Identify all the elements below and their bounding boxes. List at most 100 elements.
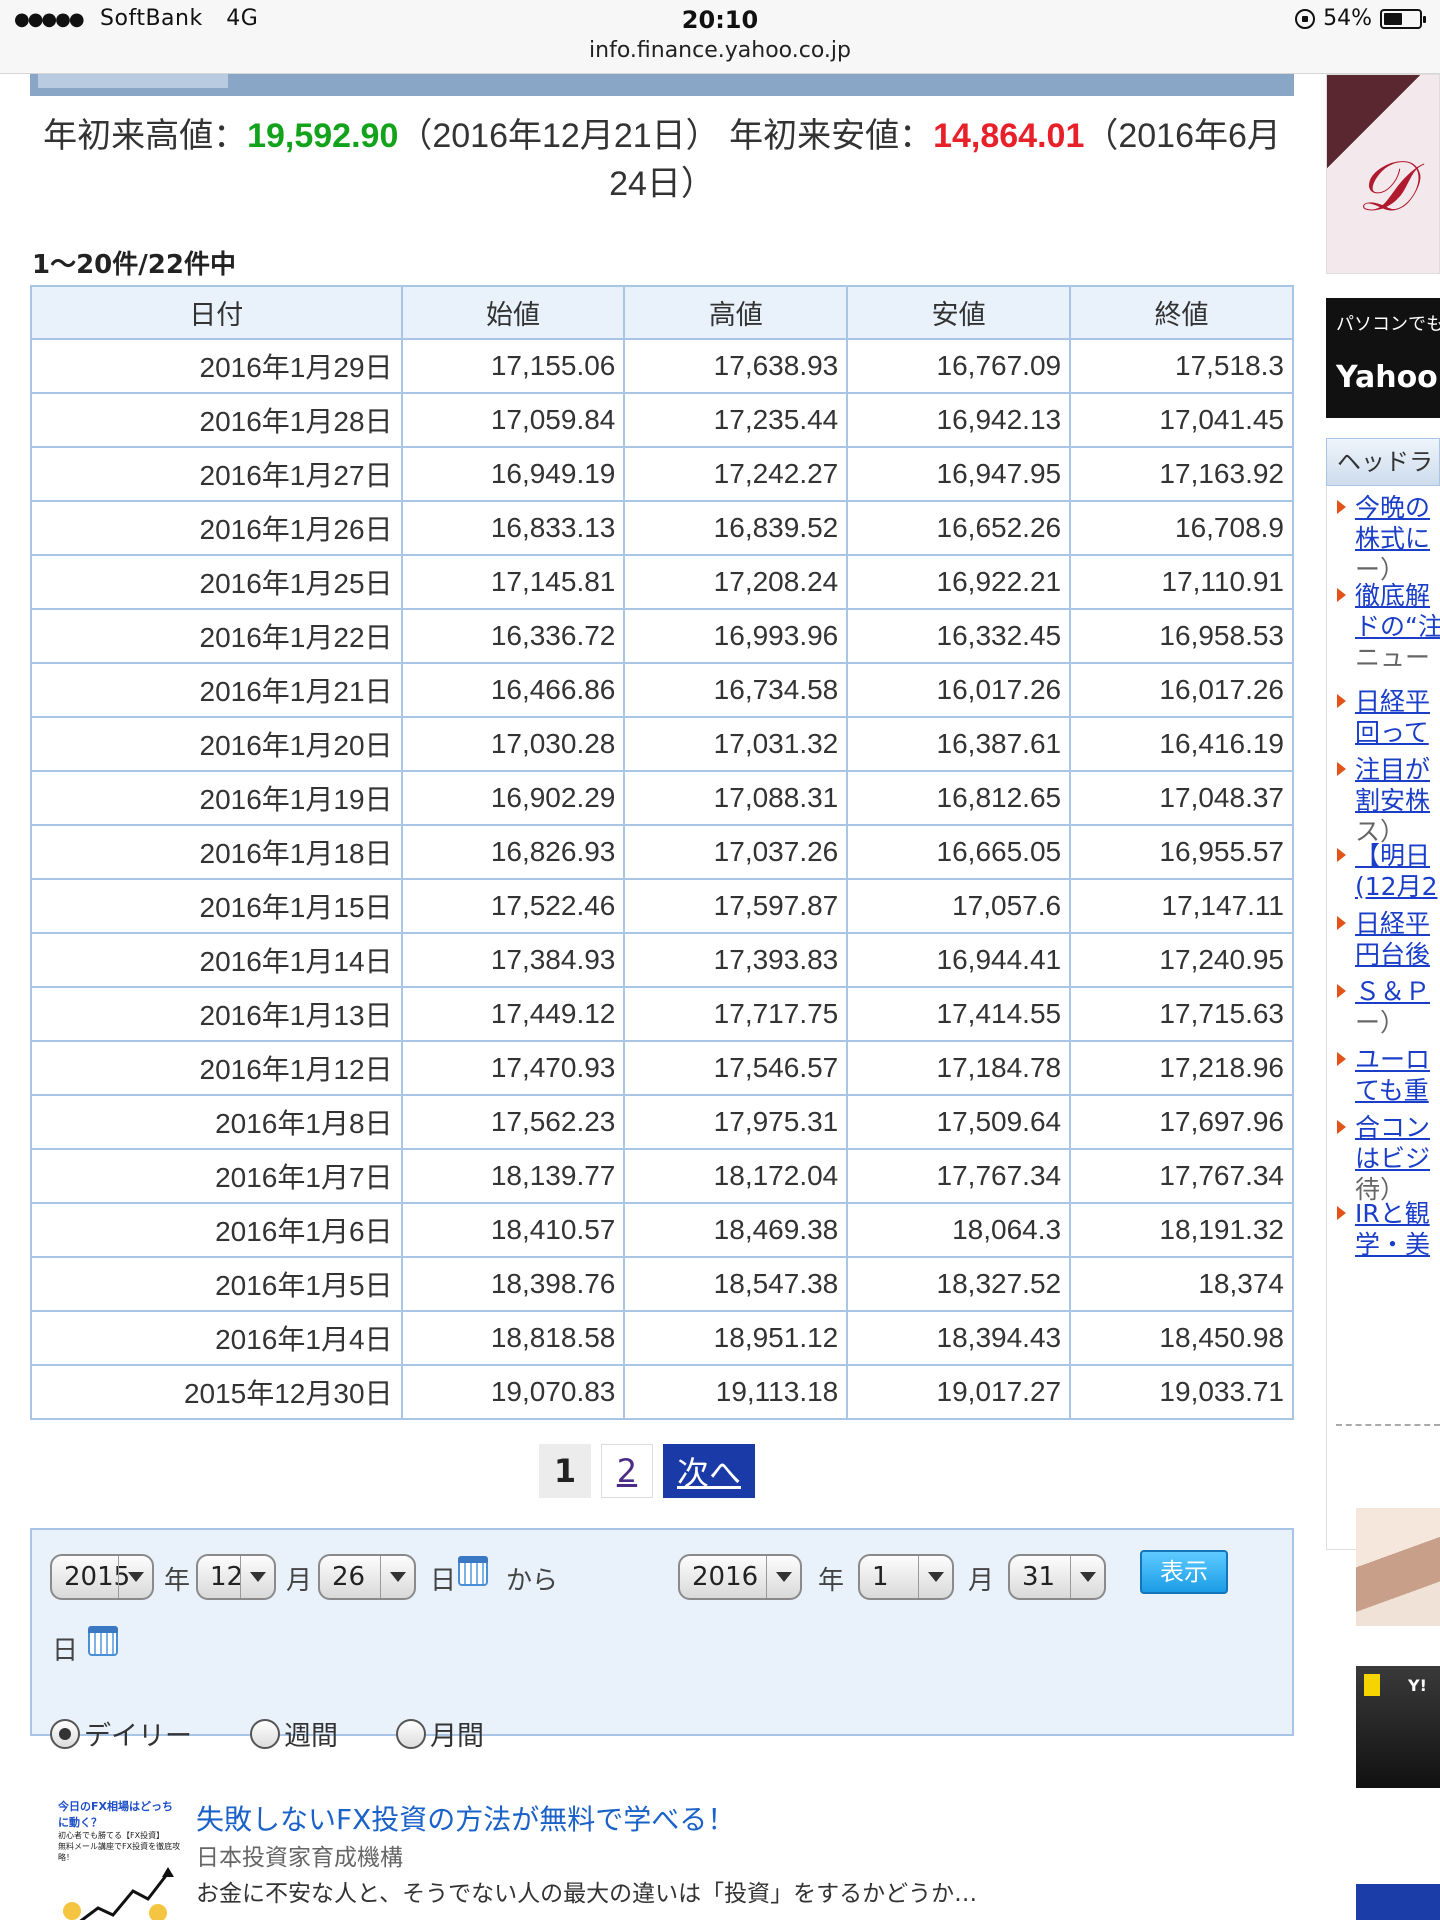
- calendar-icon[interactable]: [458, 1556, 488, 1586]
- news-link[interactable]: (12月2: [1355, 871, 1437, 902]
- table-row: 2016年1月21日 16,466.86 16,734.58 16,017.26 16,…: [30, 662, 1294, 718]
- cell-high: 18,469.38: [623, 1202, 849, 1258]
- section-header-tab: [38, 74, 228, 88]
- chevron-down-icon: [918, 1556, 952, 1598]
- bullet-arrow-icon: [1337, 848, 1346, 862]
- cell-date: 2016年1月18日: [30, 824, 403, 880]
- cell-open: 17,562.23: [400, 1094, 626, 1150]
- table-row: 2016年1月25日 17,145.81 17,208.24 16,922.21 17,…: [30, 554, 1294, 610]
- year-label: 年: [164, 1566, 191, 1596]
- news-link[interactable]: 【明日: [1355, 840, 1437, 871]
- to-day-select[interactable]: 31: [1008, 1554, 1106, 1600]
- news-link[interactable]: ても重: [1355, 1075, 1430, 1106]
- news-item[interactable]: 合コン はビジ 待）: [1337, 1112, 1430, 1205]
- news-link[interactable]: ユーロ: [1355, 1044, 1430, 1075]
- news-link[interactable]: 合コン: [1355, 1112, 1430, 1143]
- page-2-link[interactable]: 2: [600, 1444, 653, 1498]
- table-row: 2016年1月15日 17,522.46 17,597.87 17,057.6 17,1…: [30, 878, 1294, 934]
- sidebar-yahoo-banner[interactable]: パソコンでも Yahoo!: [1326, 298, 1440, 418]
- news-item[interactable]: 注目が 割安株 ス）: [1337, 754, 1430, 847]
- news-item[interactable]: 【明日 (12月2: [1337, 840, 1437, 902]
- news-link[interactable]: 徹底解: [1355, 580, 1440, 611]
- ad-thumb-sub1: 初心者でも勝てる【FX投資】: [58, 1831, 165, 1840]
- cell-close: 17,048.37: [1069, 770, 1294, 826]
- radio-weekly[interactable]: 週間: [250, 1714, 338, 1753]
- ad-headline[interactable]: 失敗しないFX投資の方法が無料で学べる！: [196, 1798, 735, 1838]
- cell-date: 2016年1月28日: [30, 392, 403, 448]
- radio-daily[interactable]: デイリー: [50, 1714, 192, 1753]
- news-link[interactable]: 円台後: [1355, 939, 1430, 970]
- cell-date: 2016年1月6日: [30, 1202, 403, 1258]
- url-bar[interactable]: info.finance.yahoo.co.jp: [0, 38, 1440, 63]
- from-month-value: 12: [210, 1562, 244, 1592]
- to-month-select[interactable]: 1: [858, 1554, 954, 1600]
- show-button[interactable]: 表示: [1140, 1550, 1228, 1594]
- news-item[interactable]: ユーロ ても重: [1337, 1044, 1430, 1106]
- radio-daily-label: デイリー: [84, 1721, 192, 1752]
- yahoo-banner-text: パソコンでも: [1336, 314, 1440, 335]
- cell-open: 19,070.83: [400, 1364, 626, 1420]
- news-link[interactable]: 日経平: [1355, 908, 1430, 939]
- news-source: ー）: [1355, 1008, 1406, 1037]
- news-source: ニュー: [1355, 643, 1431, 672]
- cell-low: 17,184.78: [846, 1040, 1072, 1096]
- cell-high: 17,031.32: [623, 716, 849, 772]
- table-row: 2016年1月28日 17,059.84 17,235.44 16,942.13 17,…: [30, 392, 1294, 448]
- month-label: 月: [286, 1566, 313, 1596]
- from-year-select[interactable]: 2015: [50, 1554, 154, 1600]
- ios-status-bar: ●●●●● SoftBank 4G 20:10 54% info.finance…: [0, 0, 1440, 74]
- news-item[interactable]: 徹底解 ドの“注 ニュー: [1337, 580, 1440, 673]
- cell-date: 2016年1月5日: [30, 1256, 403, 1312]
- cell-open: 16,949.19: [400, 446, 626, 502]
- cell-date: 2015年12月30日: [30, 1364, 403, 1420]
- news-link[interactable]: 学・美: [1355, 1229, 1430, 1260]
- news-link[interactable]: ドの“注: [1355, 611, 1440, 642]
- sidebar-bottom-ad[interactable]: [1356, 1884, 1440, 1920]
- sidebar-banner-ad[interactable]: 𝒟: [1326, 74, 1440, 274]
- news-link[interactable]: 株式に: [1355, 523, 1430, 554]
- sponsored-ad[interactable]: 今日のFX相場はどっちに動く？ 初心者でも勝てる【FX投資】 無料メール講座でF…: [58, 1798, 1298, 1920]
- cell-close: 17,163.92: [1069, 446, 1294, 502]
- cell-date: 2016年1月19日: [30, 770, 403, 826]
- news-link[interactable]: 割安株: [1355, 785, 1430, 816]
- from-label: から: [506, 1566, 559, 1596]
- news-item[interactable]: IRと観 学・美: [1337, 1198, 1430, 1260]
- cell-date: 2016年1月27日: [30, 446, 403, 502]
- sidebar-card-ad[interactable]: Y!: [1356, 1666, 1440, 1788]
- to-year-select[interactable]: 2016: [678, 1554, 802, 1600]
- cell-open: 17,145.81: [400, 554, 626, 610]
- news-item[interactable]: 日経平 回って: [1337, 686, 1430, 748]
- ad-chart-illustration-icon: [63, 1867, 174, 1920]
- news-link[interactable]: はビジ: [1355, 1143, 1430, 1174]
- radio-monthly[interactable]: 月間: [396, 1714, 484, 1753]
- table-row: 2016年1月18日 16,826.93 17,037.26 16,665.05 16,…: [30, 824, 1294, 880]
- year-label: 年: [818, 1566, 845, 1596]
- cell-open: 16,902.29: [400, 770, 626, 826]
- news-item[interactable]: 今晩の 株式に ー）: [1337, 492, 1430, 585]
- calendar-icon[interactable]: [88, 1626, 118, 1656]
- ad-thumb-title: 今日のFX相場はどっちに動く？: [58, 1800, 173, 1829]
- news-link[interactable]: Ｓ＆Ｐ: [1355, 976, 1430, 1007]
- news-link[interactable]: IRと観: [1355, 1198, 1430, 1229]
- cell-open: 16,826.93: [400, 824, 626, 880]
- news-link[interactable]: 回って: [1355, 717, 1430, 748]
- news-link[interactable]: 今晩の: [1355, 492, 1430, 523]
- year-high-low: 年初来高値：19,592.90（2016年12月21日） 年初来安値：14,86…: [30, 112, 1294, 208]
- chevron-down-icon: [766, 1556, 800, 1598]
- cell-close: 18,450.98: [1069, 1310, 1294, 1366]
- news-item[interactable]: Ｓ＆Ｐ ー）: [1337, 976, 1430, 1038]
- year-high-value: 19,592.90: [247, 117, 399, 155]
- news-item[interactable]: 日経平 円台後: [1337, 908, 1430, 970]
- next-page-link[interactable]: 次へ: [662, 1444, 755, 1498]
- sidebar-photo-ad[interactable]: [1356, 1508, 1440, 1626]
- table-row: 2016年1月8日 17,562.23 17,975.31 17,509.64 17,6…: [30, 1094, 1294, 1150]
- ad-thumbnail[interactable]: 今日のFX相場はどっちに動く？ 初心者でも勝てる【FX投資】 無料メール講座でF…: [58, 1798, 182, 1920]
- news-link[interactable]: 注目が: [1355, 754, 1430, 785]
- from-day-select[interactable]: 26: [318, 1554, 416, 1600]
- cell-close: 16,017.26: [1069, 662, 1294, 718]
- page-current: 1: [538, 1444, 591, 1498]
- cell-low: 16,812.65: [846, 770, 1072, 826]
- news-link[interactable]: 日経平: [1355, 686, 1430, 717]
- table-row: 2015年12月30日 19,070.83 19,113.18 19,017.27 19…: [30, 1364, 1294, 1420]
- from-month-select[interactable]: 12: [196, 1554, 276, 1600]
